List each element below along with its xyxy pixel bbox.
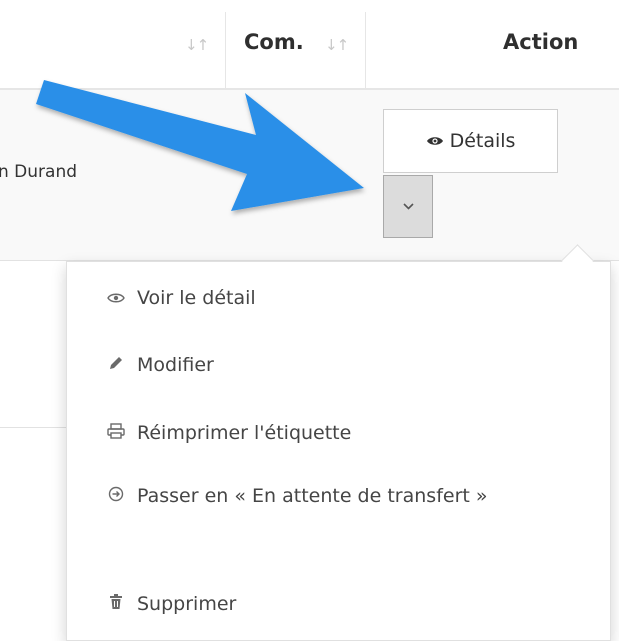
menu-item-view-detail[interactable]: Voir le détail	[67, 274, 610, 322]
column-header-com[interactable]: Com.	[244, 30, 304, 54]
menu-item-reprint-label[interactable]: Réimprimer l'étiquette	[67, 409, 610, 457]
eye-icon	[105, 289, 127, 308]
menu-item-label: Réimprimer l'étiquette	[137, 422, 352, 444]
details-button-label: Détails	[449, 130, 516, 152]
row-divider	[0, 427, 70, 428]
print-icon	[105, 423, 127, 443]
column-header-action: Action	[503, 30, 579, 54]
arrow-circle-icon	[105, 486, 127, 506]
menu-item-label: Passer en « En attente de transfert »	[137, 485, 488, 507]
menu-item-set-awaiting-transfer[interactable]: Passer en « En attente de transfert »	[67, 472, 610, 520]
menu-item-edit[interactable]: Modifier	[67, 341, 610, 389]
menu-item-label: Voir le détail	[137, 287, 256, 309]
chevron-down-icon	[402, 200, 414, 213]
menu-item-delete[interactable]: Supprimer	[67, 580, 610, 628]
eye-icon	[426, 132, 444, 151]
menu-item-label: Modifier	[137, 354, 214, 376]
pencil-icon	[105, 355, 127, 375]
action-dropdown-menu: Voir le détail Modifier Réimprimer l'éti…	[66, 261, 611, 641]
menu-item-label: Supprimer	[137, 593, 237, 615]
sort-icon[interactable]: ↓↑	[185, 36, 209, 54]
trash-icon	[105, 594, 127, 614]
sort-icon[interactable]: ↓↑	[325, 36, 349, 54]
client-name-cell: n Durand	[0, 162, 78, 182]
action-dropdown-toggle[interactable]	[383, 175, 433, 238]
details-button[interactable]: Détails	[383, 109, 558, 173]
